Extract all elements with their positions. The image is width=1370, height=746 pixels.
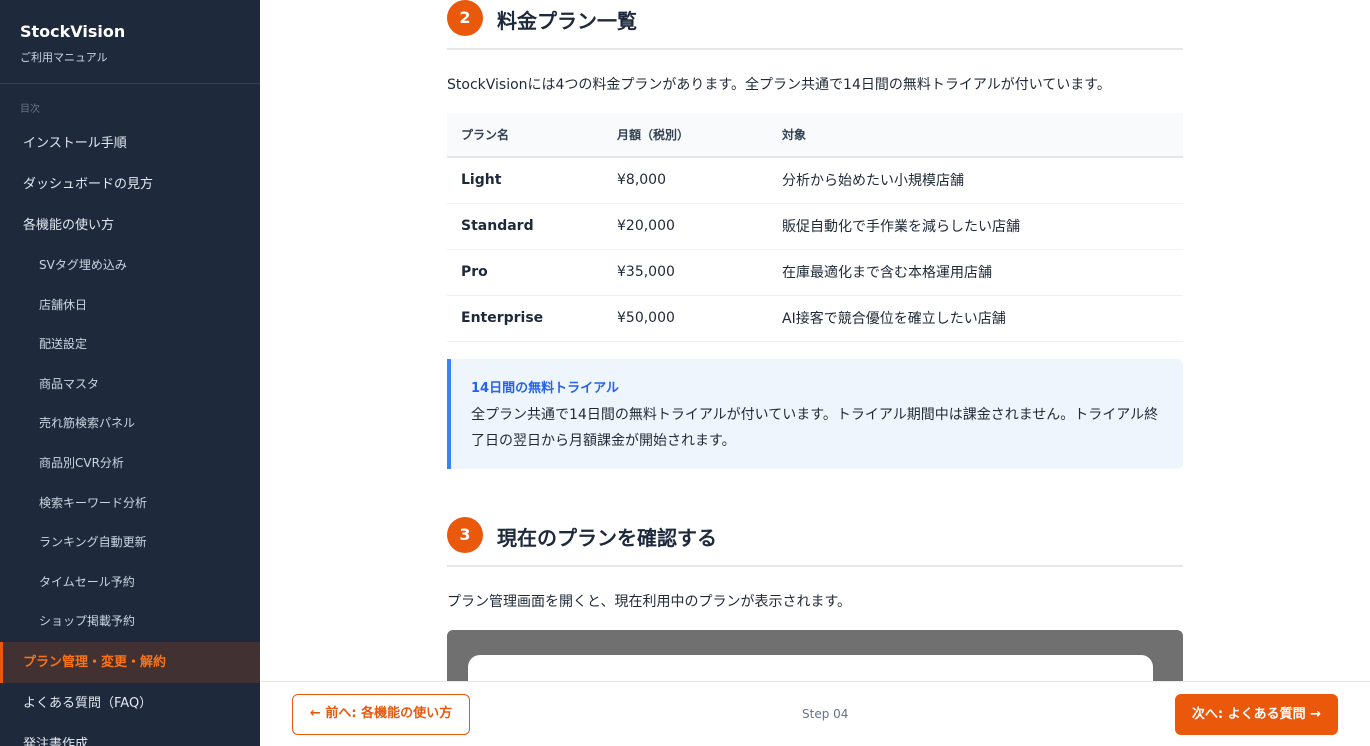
step-number-badge: 3	[447, 517, 483, 553]
plan-name: Standard	[447, 203, 603, 250]
sidebar-subitem-shop-listing[interactable]: ショップ掲載予約	[0, 602, 260, 642]
plan-name: Enterprise	[447, 295, 603, 342]
column-header-target: 対象	[768, 113, 1183, 158]
plan-name: Light	[447, 157, 603, 204]
sidebar-subitem-ranking-update[interactable]: ランキング自動更新	[0, 523, 260, 563]
section-title: 料金プラン一覧	[497, 9, 637, 33]
table-header-row: プラン名 月額（税別） 対象	[447, 113, 1183, 158]
sidebar-item-purchase-order[interactable]: 発注書作成	[0, 724, 260, 746]
pricing-intro: StockVisionには4つの料金プランがあります。全プラン共通で14日間の無…	[447, 77, 1111, 93]
plan-price: ¥35,000	[603, 249, 768, 296]
sidebar-item-dashboard[interactable]: ダッシュボードの見方	[0, 164, 260, 205]
trial-callout: 14日間の無料トライアル 全プラン共通で14日間の無料トライアルが付いています。…	[447, 359, 1183, 469]
plan-target: AI接客で競合優位を確立したい店舗	[768, 295, 1183, 342]
pricing-table: プラン名 月額（税別） 対象 Light ¥8,000 分析から始めたい小規模店…	[447, 113, 1183, 342]
sidebar-subitem-bestseller-panel[interactable]: 売れ筋検索パネル	[0, 404, 260, 444]
next-page-button[interactable]: 次へ: よくある質問 →	[1175, 694, 1338, 735]
section-header-current-plan: 3 現在のプランを確認する	[447, 517, 1183, 567]
sidebar-item-faq[interactable]: よくある質問（FAQ）	[0, 683, 260, 724]
brand-subtitle: ご利用マニュアル	[20, 51, 108, 64]
sidebar-subitem-shipping[interactable]: 配送設定	[0, 325, 260, 365]
section-title: 現在のプランを確認する	[497, 526, 717, 550]
callout-body: 全プラン共通で14日間の無料トライアルが付いています。トライアル期間中は課金され…	[471, 402, 1163, 454]
plan-target: 分析から始めたい小規模店舗	[768, 157, 1183, 204]
sidebar-subitem-cvr-analysis[interactable]: 商品別CVR分析	[0, 444, 260, 484]
sidebar-subitem-sv-tag[interactable]: SVタグ埋め込み	[0, 246, 260, 286]
column-header-plan: プラン名	[447, 113, 603, 158]
sidebar-subitem-product-master[interactable]: 商品マスタ	[0, 365, 260, 405]
sidebar-item-features[interactable]: 各機能の使い方	[0, 205, 260, 246]
brand-title: StockVision	[20, 22, 126, 41]
sidebar-item-install[interactable]: インストール手順	[0, 123, 260, 164]
sidebar-subitem-store-holiday[interactable]: 店舗休日	[0, 286, 260, 326]
main-content: 2 料金プラン一覧 StockVisionには4つの料金プランがあります。全プラ…	[260, 0, 1370, 746]
step-indicator: Step 04	[802, 707, 849, 721]
sidebar: StockVision ご利用マニュアル 目次 インストール手順 ダッシュボード…	[0, 0, 260, 746]
step-number-badge: 2	[447, 0, 483, 36]
callout-body-line: 全プラン共通で14日間の無料トライアルが付いています。トライアル期間中は課金され…	[471, 407, 1159, 423]
brand: StockVision ご利用マニュアル	[0, 0, 260, 84]
section-header-pricing: 2 料金プラン一覧	[447, 0, 1183, 50]
sidebar-item-plan-management[interactable]: プラン管理・変更・解約	[0, 641, 260, 683]
table-row: Light ¥8,000 分析から始めたい小規模店舗	[447, 157, 1183, 204]
table-row: Enterprise ¥50,000 AI接客で競合優位を確立したい店舗	[447, 295, 1183, 342]
plan-target: 在庫最適化まで含む本格運用店舗	[768, 249, 1183, 296]
current-plan-intro: プラン管理画面を開くと、現在利用中のプランが表示されます。	[447, 594, 852, 610]
toc-label: 目次	[20, 104, 40, 115]
plan-target: 販促自動化で手作業を減らしたい店舗	[768, 203, 1183, 250]
plan-name: Pro	[447, 249, 603, 296]
plan-price: ¥50,000	[603, 295, 768, 342]
pager-footer: ← 前へ: 各機能の使い方 Step 04 次へ: よくある質問 →	[260, 681, 1370, 746]
column-header-price: 月額（税別）	[603, 113, 768, 158]
prev-page-button[interactable]: ← 前へ: 各機能の使い方	[292, 694, 470, 735]
sidebar-subitem-timesale[interactable]: タイムセール予約	[0, 563, 260, 603]
callout-title: 14日間の無料トライアル	[471, 381, 619, 396]
sidebar-subitem-keyword-analysis[interactable]: 検索キーワード分析	[0, 484, 260, 524]
callout-body-line: 了日の翌日から月額課金が開始されます。	[471, 433, 736, 449]
plan-price: ¥8,000	[603, 157, 768, 204]
plan-price: ¥20,000	[603, 203, 768, 250]
table-row: Pro ¥35,000 在庫最適化まで含む本格運用店舗	[447, 249, 1183, 296]
table-row: Standard ¥20,000 販促自動化で手作業を減らしたい店舗	[447, 203, 1183, 250]
